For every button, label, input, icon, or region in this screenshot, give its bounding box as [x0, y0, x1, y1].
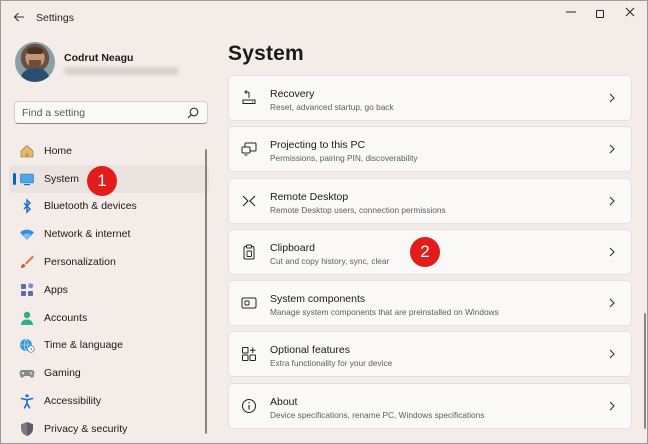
sidebar-item-accessibility[interactable]: Accessibility	[9, 387, 209, 415]
sidebar-item-personalization[interactable]: Personalization	[9, 248, 209, 276]
window-title: Settings	[36, 12, 74, 24]
sidebar-item-label: Accessibility	[44, 395, 102, 408]
system-icon	[20, 173, 34, 185]
system-components-icon	[241, 297, 257, 309]
card-remote-desktop[interactable]: Remote Desktop Remote Desktop users, con…	[228, 177, 632, 224]
gamepad-icon	[19, 370, 35, 378]
brush-icon	[21, 255, 34, 269]
annotation-badge-1: 1	[87, 166, 117, 196]
card-optional-features[interactable]: Optional features Extra functionality fo…	[228, 331, 632, 378]
sidebar-item-label: Time & language	[44, 339, 123, 352]
user-name: Codrut Neagu	[64, 52, 134, 64]
back-arrow-icon	[13, 12, 24, 22]
shield-icon	[21, 421, 33, 436]
avatar[interactable]	[15, 42, 55, 82]
chevron-right-icon	[609, 350, 615, 359]
card-subtitle: Extra functionality for your device	[270, 358, 393, 369]
card-subtitle: Permissions, pairing PIN, discoverabilit…	[270, 153, 418, 164]
chevron-right-icon	[609, 247, 615, 257]
accessibility-icon	[20, 394, 34, 409]
minimize-icon	[566, 11, 576, 13]
chevron-right-icon	[609, 298, 615, 308]
settings-window: Settings Codrut Neagu Find a setting Hom…	[0, 0, 648, 444]
home-icon	[20, 144, 34, 158]
search-box[interactable]	[14, 101, 208, 124]
search-icon[interactable]	[187, 107, 199, 119]
maximize-button[interactable]	[586, 5, 614, 23]
page-title: System	[228, 42, 304, 65]
card-title: Projecting to this PC	[270, 139, 366, 152]
card-title: System components	[270, 293, 366, 306]
user-email-redacted	[64, 67, 179, 75]
card-subtitle: Remote Desktop users, connection permiss…	[270, 204, 446, 215]
card-recovery[interactable]: Recovery Reset, advanced startup, go bac…	[228, 75, 632, 121]
card-subtitle: Manage system components that are preins…	[270, 307, 499, 318]
chevron-right-icon	[609, 401, 615, 411]
sidebar-item-label: Bluetooth & devices	[44, 200, 137, 213]
card-system-components[interactable]: System components Manage system componen…	[228, 280, 632, 327]
sidebar-item-label: Network & internet	[44, 228, 131, 241]
card-title: Recovery	[270, 88, 315, 100]
sidebar-item-gaming[interactable]: Gaming	[9, 359, 209, 387]
card-title: Optional features	[270, 344, 350, 357]
minimize-button[interactable]	[557, 5, 585, 23]
sidebar-item-label: Personalization	[44, 256, 116, 269]
globe-clock-icon	[20, 339, 35, 354]
sidebar-scrollbar[interactable]	[205, 149, 207, 434]
recovery-icon	[242, 90, 256, 104]
avatar-hair	[27, 47, 43, 54]
chevron-right-icon	[609, 93, 615, 103]
sidebar-item-network[interactable]: Network & internet	[9, 220, 209, 248]
sidebar-item-home[interactable]: Home	[9, 137, 209, 165]
title-bar: Settings	[1, 1, 647, 31]
sidebar-item-accounts[interactable]: Accounts	[9, 304, 209, 332]
sidebar-item-label: Gaming	[44, 367, 81, 380]
apps-icon	[21, 283, 34, 296]
back-button[interactable]	[9, 7, 29, 27]
person-icon	[21, 311, 33, 325]
remote-desktop-icon	[242, 195, 256, 206]
sidebar-item-bluetooth[interactable]: Bluetooth & devices	[9, 193, 209, 221]
close-icon	[625, 7, 635, 17]
avatar-shoulders	[21, 68, 49, 82]
projecting-icon	[241, 142, 257, 156]
card-title: Clipboard	[270, 241, 315, 254]
card-subtitle: Device specifications, rename PC, Window…	[270, 409, 485, 420]
chevron-right-icon	[609, 196, 615, 205]
clipboard-icon	[243, 244, 255, 260]
close-button[interactable]	[616, 5, 644, 23]
card-title: Remote Desktop	[270, 190, 349, 203]
sidebar-item-label: System	[44, 172, 80, 185]
card-subtitle: Reset, advanced startup, go back	[270, 102, 394, 112]
content-scrollbar[interactable]	[644, 313, 646, 429]
optional-features-icon	[242, 347, 256, 362]
bluetooth-icon	[23, 198, 32, 215]
sidebar-item-label: Apps	[44, 283, 68, 296]
card-about[interactable]: About Device specifications, rename PC, …	[228, 382, 632, 429]
card-subtitle: Cut and copy history, sync, clear	[270, 255, 390, 266]
card-title: About	[270, 395, 298, 408]
sidebar-item-time-language[interactable]: Time & language	[9, 332, 209, 360]
sidebar-item-label: Home	[44, 144, 73, 157]
search-input[interactable]	[22, 105, 182, 120]
wifi-icon	[20, 229, 34, 241]
sidebar-item-label: Accounts	[44, 311, 88, 324]
card-projecting[interactable]: Projecting to this PC Permissions, pairi…	[228, 126, 632, 173]
avatar-beard	[29, 60, 41, 68]
sidebar-item-label: Privacy & security	[44, 422, 128, 435]
chevron-right-icon	[609, 144, 615, 154]
sidebar-item-privacy-security[interactable]: Privacy & security	[9, 415, 209, 443]
info-icon	[242, 398, 256, 413]
annotation-badge-2: 2	[410, 237, 440, 267]
maximize-icon	[596, 10, 604, 19]
sidebar-item-apps[interactable]: Apps	[9, 276, 209, 304]
